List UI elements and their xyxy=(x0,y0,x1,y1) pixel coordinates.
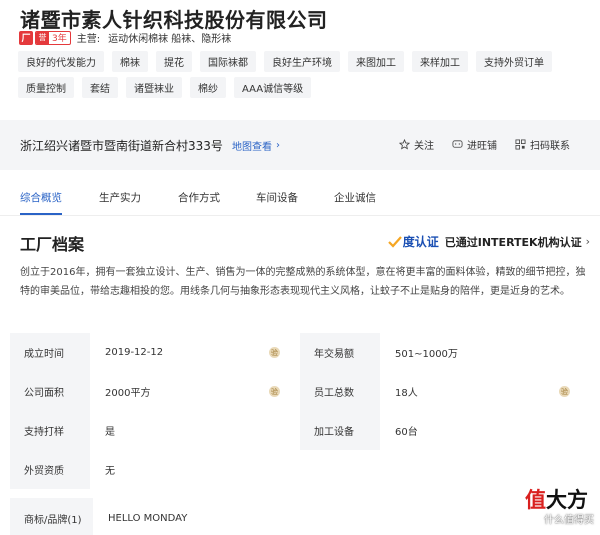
employees-label: 员工总数 xyxy=(300,372,380,411)
tag[interactable]: 棉纱 xyxy=(190,77,226,98)
area-value: 2000平方验 xyxy=(105,386,280,399)
sampling-value: 是 xyxy=(105,427,115,438)
verified-icon: 验 xyxy=(269,386,280,397)
tab-overview[interactable]: 综合概览 xyxy=(20,176,62,215)
trade-qualification-value: 无 xyxy=(105,466,115,477)
verified-icon: 验 xyxy=(269,347,280,358)
founded-label: 成立时间 xyxy=(10,333,90,372)
tag[interactable]: 提花 xyxy=(156,51,192,72)
certification-link[interactable]: 度认证 已通过INTERTEK机构认证 › xyxy=(387,233,590,250)
tag[interactable]: 良好的代发能力 xyxy=(18,51,104,72)
chevron-right-icon: › xyxy=(585,235,590,248)
factory-profile-title: 工厂档案 xyxy=(20,235,85,254)
tag[interactable]: 来图加工 xyxy=(348,51,404,72)
tab-cooperation[interactable]: 合作方式 xyxy=(178,176,220,215)
chevron-right-icon: › xyxy=(276,140,280,151)
verified-icon: 验 xyxy=(559,386,570,397)
main-business-label: 主营: xyxy=(76,34,101,45)
years-text: 3年 xyxy=(52,34,67,44)
follow-label: 关注 xyxy=(414,141,434,152)
company-name: 诸暨市素人针织科技股份有限公司 xyxy=(20,8,328,32)
revenue-label: 年交易额 xyxy=(300,333,380,372)
table-row: 支持打样 是 加工设备 60台 xyxy=(10,411,590,450)
follow-button[interactable]: 关注 xyxy=(399,137,434,152)
company-meta: 厂 誉 3年 主营: 运动休闲棉袜 船袜、隐形袜 xyxy=(19,30,231,45)
brand-label: 商标/品牌(1) xyxy=(10,498,93,535)
tag[interactable]: 良好生产环境 xyxy=(264,51,340,72)
tab-equipment[interactable]: 车间设备 xyxy=(256,176,298,215)
star-icon xyxy=(399,139,410,150)
watermark: 值大方 什么值得买 xyxy=(484,484,594,530)
shop-button[interactable]: 进旺铺 xyxy=(452,137,497,152)
shop-label: 进旺铺 xyxy=(467,141,497,152)
table-row: 成立时间 2019-12-12 验 年交易额 501~1000万 xyxy=(10,333,590,372)
action-group: 关注 进旺铺 扫码联系 xyxy=(399,137,570,152)
tag[interactable]: 支持外贸订单 xyxy=(476,51,552,72)
sampling-label: 支持打样 xyxy=(10,411,90,450)
tag[interactable]: 套结 xyxy=(82,77,118,98)
main-business-items: 运动休闲棉袜 船袜、隐形袜 xyxy=(108,34,232,45)
employees-value: 18人验 xyxy=(395,386,570,399)
equipment-value: 60台 xyxy=(395,427,418,438)
company-address: 浙江绍兴诸暨市暨南街道新合村333号 xyxy=(20,139,223,153)
map-view-link[interactable]: 地图查看 › xyxy=(232,138,280,153)
info-table: 成立时间 2019-12-12 验 年交易额 501~1000万 公司面积 200… xyxy=(10,333,590,489)
tag[interactable]: 质量控制 xyxy=(18,77,74,98)
tag[interactable]: 诸暨袜业 xyxy=(126,77,182,98)
tag[interactable]: 棉袜 xyxy=(112,51,148,72)
table-row: 公司面积 2000平方验 员工总数 18人验 xyxy=(10,372,590,411)
check-icon xyxy=(387,235,402,248)
tag[interactable]: AAA诚信等级 xyxy=(234,77,312,98)
map-view-label: 地图查看 xyxy=(232,142,272,153)
shop-icon: 厂 xyxy=(19,30,33,45)
founded-value: 2019-12-12 验 xyxy=(105,347,280,358)
tag-list-2: 质量控制 套结 诸暨袜业 棉纱 AAA诚信等级 xyxy=(18,77,312,98)
trade-qualification-label: 外贸资质 xyxy=(10,450,90,489)
watermark-text: 什么值得买 xyxy=(544,515,594,526)
tag[interactable]: 国际袜都 xyxy=(200,51,256,72)
qrcode-icon xyxy=(515,139,526,150)
chat-icon xyxy=(452,140,463,148)
honor-icon: 誉 xyxy=(36,31,49,44)
tag-list-1: 良好的代发能力 棉袜 提花 国际袜都 良好生产环境 来图加工 来样加工 支持外贸… xyxy=(18,51,552,72)
factory-description: 创立于2016年，拥有一套独立设计、生产、销售为一体的完整成熟的系统体型，意在将… xyxy=(20,267,586,297)
watermark-logo: 值大方 xyxy=(525,488,588,512)
tag[interactable]: 来样加工 xyxy=(412,51,468,72)
certification-text: 已通过INTERTEK机构认证 xyxy=(444,235,582,249)
tab-credit[interactable]: 企业诚信 xyxy=(334,176,376,215)
scan-contact-button[interactable]: 扫码联系 xyxy=(515,137,570,152)
tab-bar: 综合概览 生产实力 合作方式 车间设备 企业诚信 xyxy=(0,176,600,216)
area-label: 公司面积 xyxy=(10,372,90,411)
equipment-label: 加工设备 xyxy=(300,411,380,450)
tab-production[interactable]: 生产实力 xyxy=(99,176,141,215)
certification-logo: 度认证 xyxy=(387,233,439,250)
scan-label: 扫码联系 xyxy=(530,141,570,152)
revenue-value: 501~1000万 xyxy=(395,349,458,360)
years-badge: 誉 3年 xyxy=(35,30,71,45)
